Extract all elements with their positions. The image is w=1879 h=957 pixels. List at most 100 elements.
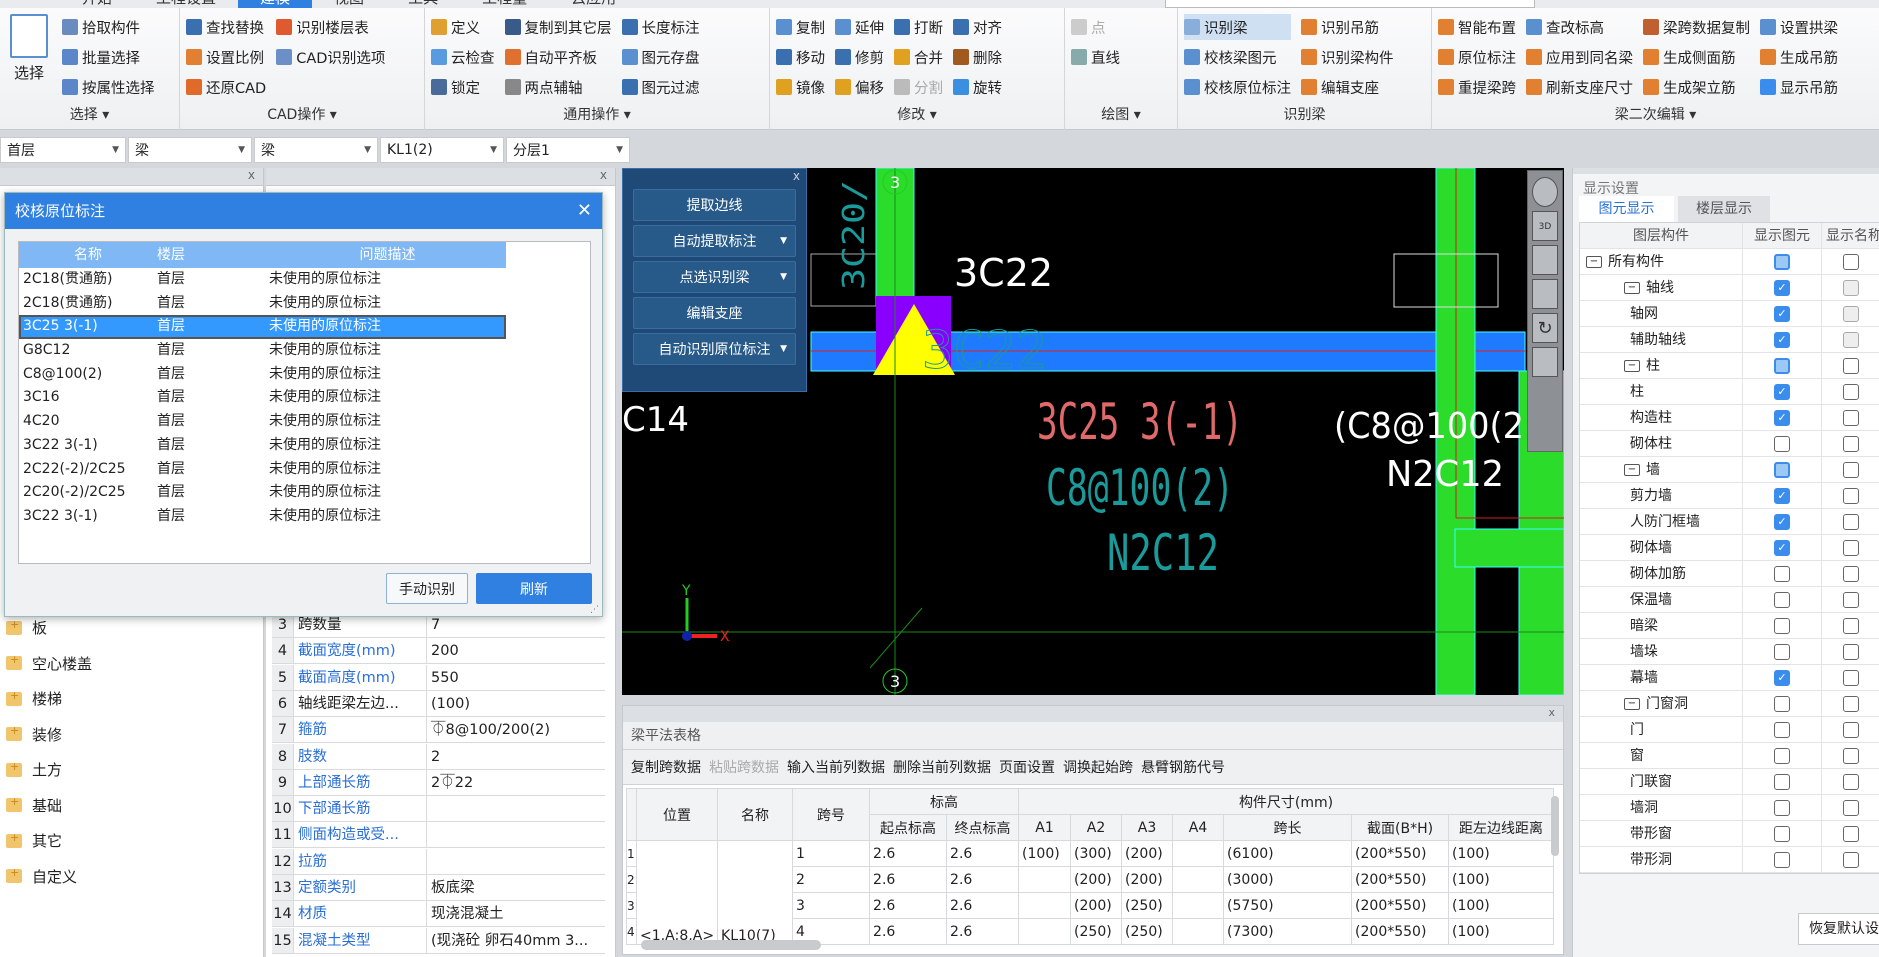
cell[interactable]: [1172, 892, 1225, 919]
show-element-checkbox[interactable]: [1774, 591, 1790, 608]
cell[interactable]: (200): [1070, 892, 1123, 919]
property-row[interactable]: 15 混凝土类型 (现浇砼 卵石40mm 3...: [272, 927, 605, 954]
nav-item-4[interactable]: 土方: [6, 759, 62, 780]
cell[interactable]: 3: [792, 892, 871, 919]
close-icon[interactable]: x: [266, 168, 615, 186]
property-row[interactable]: 5 截面高度(mm) 550: [272, 664, 605, 691]
resize-grip-icon[interactable]: ⋰: [590, 605, 599, 615]
property-row[interactable]: 13 定额类别 板底梁: [272, 875, 605, 901]
property-value[interactable]: 2: [427, 744, 605, 769]
ribbon-button-common-5[interactable]: 两点辅轴: [504, 74, 612, 100]
ribbon-button-beam_edit-8[interactable]: 生成架立筋: [1643, 74, 1750, 100]
manual-recognize-button[interactable]: 手动识别: [386, 573, 468, 604]
layer-row[interactable]: − 柱: [1580, 353, 1879, 379]
show-name-checkbox[interactable]: [1842, 331, 1859, 348]
show-element-checkbox[interactable]: [1774, 643, 1790, 660]
cell[interactable]: (200*550): [1351, 840, 1450, 867]
show-element-checkbox[interactable]: [1774, 825, 1790, 842]
ribbon-button-select-0[interactable]: 拾取构件: [62, 14, 155, 40]
tab-2[interactable]: 建模: [238, 0, 313, 8]
ribbon-button-modify-0[interactable]: 复制: [776, 14, 825, 40]
nav-item-1[interactable]: 空心楼盖: [6, 653, 92, 674]
show-element-checkbox[interactable]: [1774, 565, 1790, 582]
tab-element-display[interactable]: 图元显示: [1579, 196, 1674, 222]
cell[interactable]: [1172, 866, 1225, 893]
show-element-checkbox[interactable]: [1774, 357, 1790, 374]
close-icon[interactable]: x: [0, 168, 263, 186]
cell[interactable]: (200*550): [1351, 892, 1450, 919]
group-label-modify[interactable]: 修改 ▾: [770, 104, 1064, 124]
show-element-checkbox[interactable]: [1774, 695, 1790, 712]
nav-item-7[interactable]: 自定义: [6, 866, 77, 887]
ribbon-button-beam_edit-11[interactable]: 显示吊筋: [1760, 74, 1838, 100]
ribbon-button-beam_edit-0[interactable]: 智能布置: [1438, 14, 1516, 40]
dropdown-arrow-icon[interactable]: ▼: [780, 272, 787, 282]
component-select[interactable]: KL1(2) ▼: [380, 137, 504, 163]
ribbon-button-draw-0[interactable]: 点: [1071, 14, 1120, 40]
list-item[interactable]: G8C12 首层 未使用的原位标注: [19, 339, 506, 363]
group-label-select[interactable]: 选择 ▾: [0, 104, 179, 124]
show-element-checkbox[interactable]: ✓: [1774, 487, 1790, 504]
cell[interactable]: (200): [1121, 866, 1174, 893]
show-name-checkbox[interactable]: [1842, 643, 1859, 660]
ribbon-button-modify-9[interactable]: 对齐: [953, 14, 1002, 40]
property-value[interactable]: [427, 822, 605, 847]
ribbon-button-beam_edit-1[interactable]: 原位标注: [1438, 44, 1516, 70]
layer-row[interactable]: 墙洞: [1580, 795, 1879, 821]
column-name[interactable]: 名称: [19, 242, 157, 268]
ribbon-button-common-4[interactable]: 自动平齐板: [504, 44, 612, 70]
layer-row[interactable]: − 所有构件: [1580, 249, 1879, 275]
list-item[interactable]: 2C22(-2)/2C25 首层 未使用的原位标注: [19, 458, 506, 482]
dropdown-arrow-icon[interactable]: ▼: [780, 236, 787, 246]
show-element-checkbox[interactable]: ✓: [1774, 409, 1790, 426]
floor-select[interactable]: 首层 ▼: [0, 137, 126, 163]
show-name-checkbox[interactable]: [1842, 799, 1859, 816]
layer-row[interactable]: − 轴线 ✓: [1580, 275, 1879, 301]
tab-0[interactable]: 开始: [60, 0, 134, 8]
cell[interactable]: 1: [792, 840, 871, 867]
property-value[interactable]: 2⏁22: [427, 770, 605, 795]
list-item[interactable]: 3C16 首层 未使用的原位标注: [19, 386, 506, 410]
cell[interactable]: (6100): [1223, 840, 1353, 867]
ribbon-button-common-2[interactable]: 锁定: [431, 74, 495, 100]
cell[interactable]: (300): [1070, 840, 1123, 867]
show-name-checkbox[interactable]: [1842, 539, 1859, 556]
float-button-4[interactable]: 自动识别原位标注 ▼: [633, 333, 796, 365]
show-element-checkbox[interactable]: ✓: [1774, 539, 1790, 556]
select-button[interactable]: 选择: [6, 14, 52, 100]
ribbon-button-common-0[interactable]: 定义: [431, 14, 495, 40]
ribbon-button-modify-11[interactable]: 旋转: [953, 74, 1002, 100]
cell[interactable]: (3000): [1223, 866, 1353, 893]
ribbon-button-recognize_beam-5[interactable]: 编辑支座: [1301, 74, 1394, 100]
property-value[interactable]: 550: [427, 665, 605, 690]
nav-item-6[interactable]: 其它: [6, 830, 62, 851]
cell[interactable]: (200): [1070, 866, 1123, 893]
dropdown-arrow-icon[interactable]: ▼: [780, 344, 787, 354]
layer-row[interactable]: 幕墙 ✓: [1580, 665, 1879, 691]
list-item[interactable]: 2C18(贯通筋) 首层 未使用的原位标注: [19, 292, 506, 316]
list-item[interactable]: 4C20 首层 未使用的原位标注: [19, 410, 506, 434]
ribbon-button-common-1[interactable]: 云检查: [431, 44, 495, 70]
cell[interactable]: 2.6: [946, 892, 1020, 919]
show-name-checkbox[interactable]: [1842, 435, 1859, 452]
layer-row[interactable]: 墙垛: [1580, 639, 1879, 665]
layer-row[interactable]: 带形洞: [1580, 847, 1879, 873]
horizontal-scrollbar[interactable]: [641, 940, 821, 950]
ribbon-button-beam_edit-9[interactable]: 设置拱梁: [1760, 14, 1838, 40]
vertical-scrollbar[interactable]: [1551, 796, 1559, 856]
tab-3[interactable]: 视图: [312, 0, 386, 8]
ribbon-button-modify-8[interactable]: 分割: [894, 74, 943, 100]
column-floor[interactable]: 楼层: [157, 242, 269, 268]
ribbon-button-beam_edit-6[interactable]: 梁跨数据复制: [1643, 14, 1750, 40]
cell[interactable]: 2.6: [869, 918, 948, 945]
collapse-toggle-icon[interactable]: −: [1624, 360, 1640, 372]
category-select[interactable]: 梁 ▼: [128, 137, 252, 163]
ribbon-button-beam_edit-5[interactable]: 刷新支座尺寸: [1526, 74, 1633, 100]
show-element-checkbox[interactable]: [1774, 799, 1790, 816]
nav-item-2[interactable]: 楼梯: [6, 688, 62, 709]
layer-grid-icon[interactable]: [1532, 347, 1558, 377]
group-label-beam-edit[interactable]: 梁二次编辑 ▾: [1432, 104, 1879, 124]
list-item[interactable]: C8@100(2) 首层 未使用的原位标注: [19, 363, 506, 387]
property-row[interactable]: 8 肢数 2: [272, 743, 605, 770]
layer-row[interactable]: 门联窗: [1580, 769, 1879, 795]
